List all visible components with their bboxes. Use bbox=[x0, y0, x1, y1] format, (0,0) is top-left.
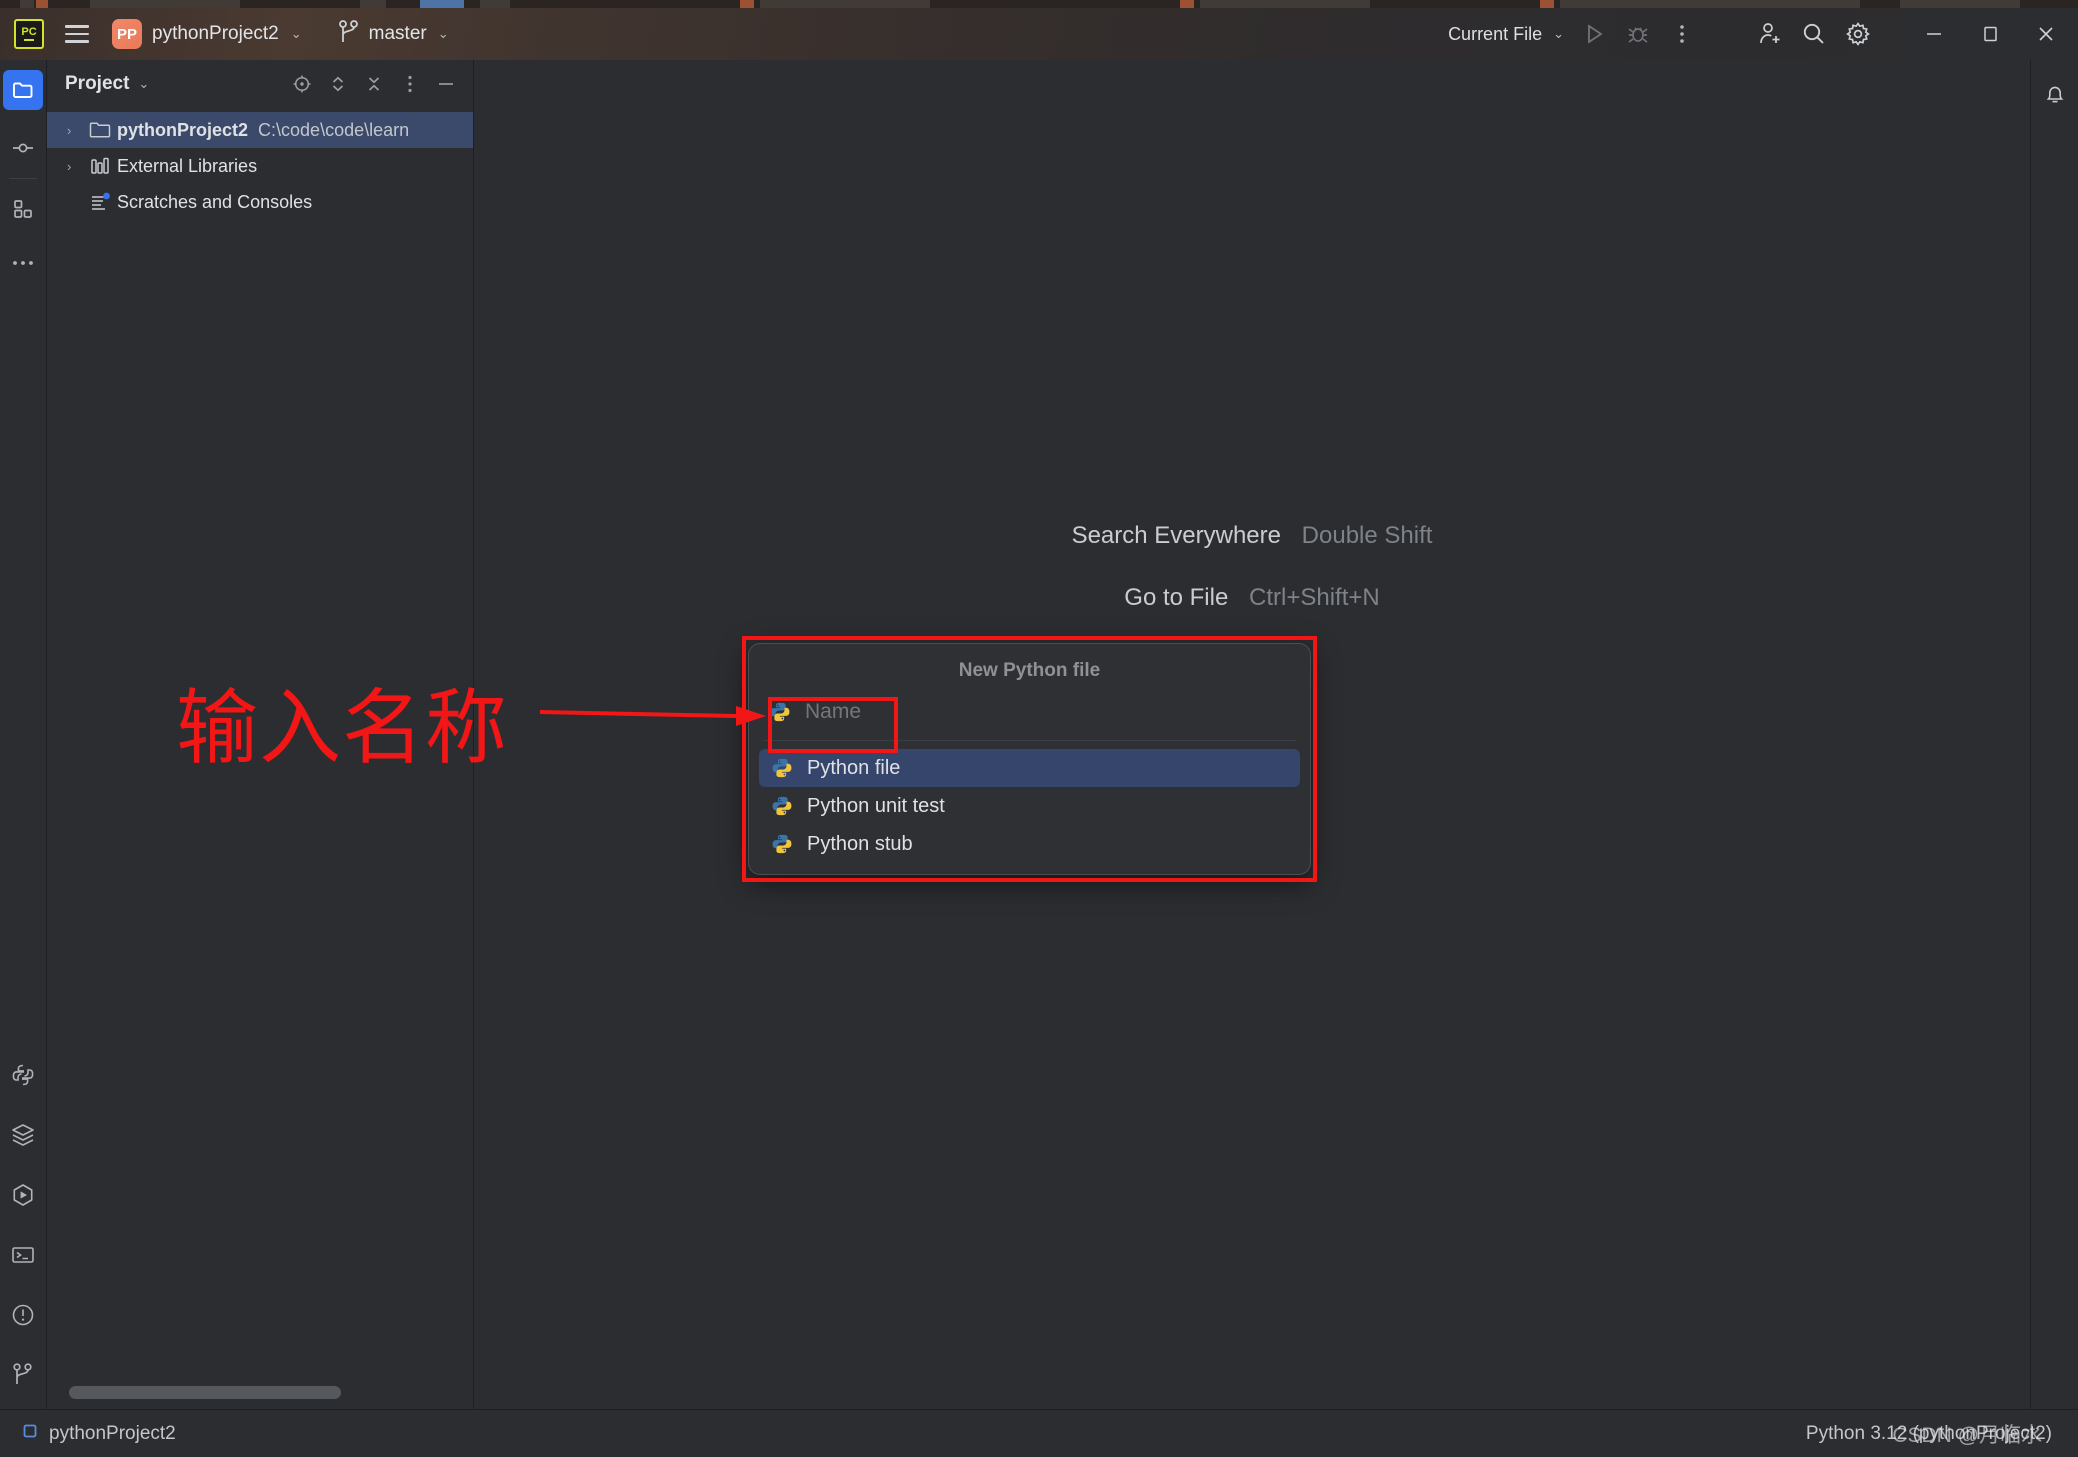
chevron-right-icon[interactable]: › bbox=[67, 159, 89, 174]
pycharm-window: PC PP pythonProject2 ⌄ master ⌄ bbox=[0, 0, 2078, 1457]
sidebar-item-commit[interactable] bbox=[3, 128, 43, 168]
sidebar-item-more-tool-windows[interactable] bbox=[3, 243, 43, 283]
add-user-icon[interactable] bbox=[1748, 12, 1792, 56]
sidebar-item-version-control[interactable] bbox=[3, 1355, 43, 1395]
hint-search-everywhere: Search Everywhere Double Shift bbox=[474, 522, 2030, 550]
list-item-label: Python file bbox=[807, 757, 900, 780]
status-bar: pythonProject2 Python 3.12 (pythonProjec… bbox=[0, 1409, 2078, 1457]
sidebar-item-project[interactable] bbox=[3, 70, 43, 110]
sidebar-item-problems[interactable] bbox=[3, 1295, 43, 1335]
chevron-down-icon: ⌄ bbox=[1553, 26, 1564, 42]
list-item-python-file[interactable]: Python file bbox=[759, 749, 1300, 787]
git-branch-icon bbox=[338, 19, 360, 50]
background-window-sliver bbox=[0, 0, 2078, 8]
gear-icon[interactable] bbox=[1836, 12, 1880, 56]
tree-node-label: External Libraries bbox=[117, 156, 257, 177]
debug-icon[interactable] bbox=[1616, 12, 1660, 56]
sidebar-item-python-console[interactable] bbox=[3, 1055, 43, 1095]
annotation-text: 输入名称 bbox=[176, 661, 508, 780]
sidebar-item-run[interactable] bbox=[3, 1175, 43, 1215]
list-item-label: Python stub bbox=[807, 833, 913, 856]
project-panel-header: Project ⌄ bbox=[47, 60, 473, 108]
chevron-down-icon: ⌄ bbox=[438, 26, 449, 42]
status-project-widget[interactable]: pythonProject2 bbox=[0, 1423, 176, 1445]
select-opened-file-icon[interactable] bbox=[285, 67, 319, 101]
sidebar-item-structure[interactable] bbox=[3, 189, 43, 229]
collapse-all-icon[interactable] bbox=[357, 67, 391, 101]
project-avatar: PP bbox=[112, 19, 142, 49]
python-file-icon bbox=[771, 833, 793, 855]
expand-collapse-icon[interactable] bbox=[321, 67, 355, 101]
file-type-list: Python file Python unit test bbox=[749, 741, 1310, 863]
new-python-file-popup: New Python file Name Python file bbox=[748, 643, 1311, 875]
pycharm-logo-icon: PC bbox=[14, 19, 44, 49]
branch-name-label: master bbox=[369, 23, 427, 45]
hint-shortcut-label: Ctrl+Shift+N bbox=[1249, 584, 1380, 611]
tree-node-external-libraries[interactable]: › External Libraries bbox=[47, 148, 473, 184]
project-selector[interactable]: PP pythonProject2 ⌄ bbox=[108, 15, 312, 53]
title-bar: PC PP pythonProject2 ⌄ master ⌄ bbox=[0, 8, 2078, 60]
run-icon[interactable] bbox=[1572, 12, 1616, 56]
options-icon[interactable] bbox=[393, 67, 427, 101]
project-name-label: pythonProject2 bbox=[152, 23, 279, 45]
hamburger-menu-icon[interactable] bbox=[60, 17, 94, 51]
scratches-icon bbox=[89, 192, 117, 212]
project-square-icon bbox=[22, 1423, 38, 1444]
status-project-label: pythonProject2 bbox=[49, 1423, 176, 1445]
python-file-icon bbox=[771, 757, 793, 779]
project-panel-horizontal-scrollbar[interactable] bbox=[69, 1386, 341, 1399]
sidebar-item-terminal[interactable] bbox=[3, 1235, 43, 1275]
hint-go-to-file: Go to File Ctrl+Shift+N bbox=[474, 584, 2030, 612]
tree-node-label: pythonProject2 bbox=[117, 120, 248, 141]
chevron-down-icon: ⌄ bbox=[291, 26, 302, 42]
file-name-placeholder: Name bbox=[805, 700, 861, 724]
python-file-icon bbox=[769, 701, 791, 723]
page-title: Project bbox=[65, 73, 129, 95]
activity-bar bbox=[0, 60, 47, 1417]
editor-shortcut-hints: Search Everywhere Double Shift Go to Fil… bbox=[474, 522, 2030, 646]
run-config-label: Current File bbox=[1448, 24, 1542, 45]
notification-bell-icon[interactable] bbox=[2031, 68, 2078, 120]
project-tree: › pythonProject2 C:\code\code\learn › Ex… bbox=[47, 108, 473, 220]
sidebar-divider bbox=[9, 178, 37, 179]
tree-node-label: Scratches and Consoles bbox=[117, 192, 312, 213]
notification-bar bbox=[2030, 60, 2078, 1417]
chevron-right-icon[interactable]: › bbox=[67, 123, 89, 138]
library-icon bbox=[89, 156, 117, 176]
tree-node-path: C:\code\code\learn bbox=[258, 120, 409, 141]
hint-action-label: Go to File bbox=[1124, 584, 1228, 611]
sidebar-item-packages[interactable] bbox=[3, 1115, 43, 1155]
popup-title: New Python file bbox=[749, 660, 1310, 682]
list-item-python-unit-test[interactable]: Python unit test bbox=[759, 787, 1300, 825]
python-file-icon bbox=[771, 795, 793, 817]
hide-icon[interactable] bbox=[429, 67, 463, 101]
list-item-python-stub[interactable]: Python stub bbox=[759, 825, 1300, 863]
search-icon[interactable] bbox=[1792, 12, 1836, 56]
chevron-down-icon[interactable]: ⌄ bbox=[138, 76, 149, 92]
folder-icon bbox=[89, 120, 117, 140]
run-configuration-selector[interactable]: Current File ⌄ bbox=[1440, 24, 1572, 45]
maximize-button[interactable] bbox=[1962, 8, 2018, 60]
hint-action-label: Search Everywhere bbox=[1072, 522, 1281, 549]
tree-node-project-root[interactable]: › pythonProject2 C:\code\code\learn bbox=[47, 112, 473, 148]
minimize-button[interactable] bbox=[1906, 8, 1962, 60]
branch-selector[interactable]: master ⌄ bbox=[338, 19, 449, 50]
interpreter-selector[interactable]: Python 3.12 (pythonProject2) bbox=[1806, 1423, 2052, 1445]
file-name-input[interactable]: Name bbox=[749, 688, 1310, 736]
tree-node-scratches-and-consoles[interactable]: › Scratches and Consoles bbox=[47, 184, 473, 220]
close-button[interactable] bbox=[2018, 8, 2074, 60]
list-item-label: Python unit test bbox=[807, 795, 945, 818]
hint-shortcut-label: Double Shift bbox=[1302, 522, 1433, 549]
more-vertical-icon[interactable] bbox=[1660, 12, 1704, 56]
